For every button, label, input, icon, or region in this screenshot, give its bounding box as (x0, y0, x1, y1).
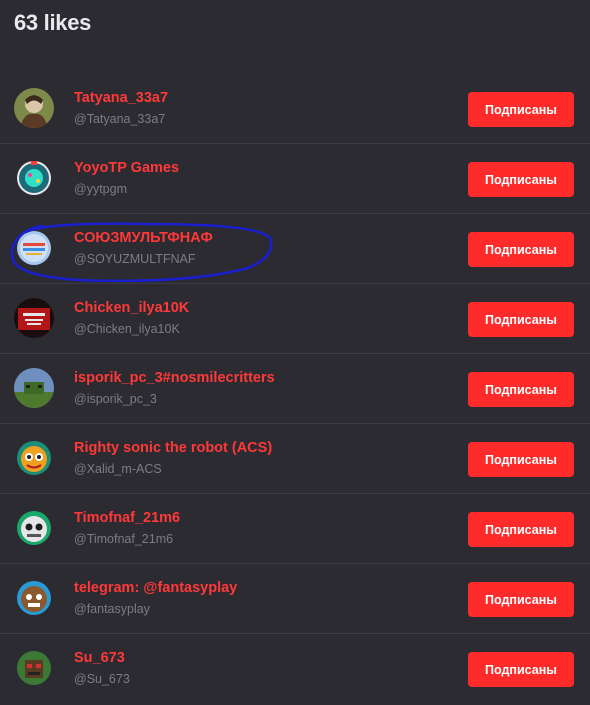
user-handle: @Tatyana_33a7 (74, 112, 166, 126)
list-item: СОЮЗМУЛЬТФНАФ @SOYUZMULTFNAF Подписаны (0, 214, 590, 284)
avatar-icon (14, 648, 54, 688)
subscribed-button[interactable]: Подписаны (468, 232, 574, 267)
avatar-icon (14, 438, 54, 478)
subscribed-button[interactable]: Подписаны (468, 652, 574, 687)
list-item: telegram: @fantasyplay @fantasyplay Подп… (0, 564, 590, 634)
subscribed-button[interactable]: Подписаны (468, 372, 574, 407)
avatar[interactable] (14, 368, 54, 408)
user-handle: @SOYUZMULTFNAF (74, 252, 196, 266)
avatar[interactable] (14, 578, 54, 618)
user-handle: @Timofnaf_21m6 (74, 532, 174, 546)
avatar-icon (14, 298, 54, 338)
user-name[interactable]: YoyoTP Games (74, 160, 179, 176)
user-name[interactable]: Timofnaf_21m6 (74, 510, 180, 526)
avatar-icon (14, 368, 54, 408)
subscribed-button[interactable]: Подписаны (468, 582, 574, 617)
user-handle: @yytpgm (74, 182, 127, 196)
user-handle: @fantasyplay (74, 602, 150, 616)
list-item: Chicken_ilya10K @Chicken_ilya10K Подписа… (0, 284, 590, 354)
likes-page: 63 likes Tatyana_33a7 @Tatyana_33a7 Подп… (0, 0, 590, 705)
avatar[interactable] (14, 438, 54, 478)
likes-list: Tatyana_33a7 @Tatyana_33a7 Подписаны Yoy… (0, 74, 590, 704)
user-name[interactable]: isporik_pc_3#nosmilecritters (74, 370, 275, 386)
user-name[interactable]: СОЮЗМУЛЬТФНАФ (74, 230, 213, 246)
user-name[interactable]: telegram: @fantasyplay (74, 580, 237, 596)
list-item: Tatyana_33a7 @Tatyana_33a7 Подписаны (0, 74, 590, 144)
list-item: Righty sonic the robot (ACS) @Xalid_m-AC… (0, 424, 590, 494)
avatar[interactable] (14, 88, 54, 128)
user-name[interactable]: Righty sonic the robot (ACS) (74, 440, 272, 456)
avatar-icon (14, 578, 54, 618)
user-name[interactable]: Su_673 (74, 650, 125, 666)
avatar-icon (14, 88, 54, 128)
list-item: Su_673 @Su_673 Подписаны (0, 634, 590, 704)
avatar[interactable] (14, 298, 54, 338)
user-handle: @Chicken_ilya10K (74, 322, 180, 336)
subscribed-button[interactable]: Подписаны (468, 442, 574, 477)
list-item: YoyoTP Games @yytpgm Подписаны (0, 144, 590, 214)
list-item: Timofnaf_21m6 @Timofnaf_21m6 Подписаны (0, 494, 590, 564)
avatar-icon (14, 228, 54, 268)
user-handle: @Su_673 (74, 672, 130, 686)
subscribed-button[interactable]: Подписаны (468, 92, 574, 127)
list-item: isporik_pc_3#nosmilecritters @isporik_pc… (0, 354, 590, 424)
avatar[interactable] (14, 228, 54, 268)
page-title: 63 likes (14, 10, 92, 35)
avatar[interactable] (14, 648, 54, 688)
avatar[interactable] (14, 508, 54, 548)
avatar[interactable] (14, 158, 54, 198)
user-name[interactable]: Tatyana_33a7 (74, 90, 168, 106)
subscribed-button[interactable]: Подписаны (468, 512, 574, 547)
avatar-icon (14, 508, 54, 548)
user-handle: @Xalid_m-ACS (74, 462, 162, 476)
avatar-icon (14, 158, 54, 198)
subscribed-button[interactable]: Подписаны (468, 162, 574, 197)
user-name[interactable]: Chicken_ilya10K (74, 300, 189, 316)
subscribed-button[interactable]: Подписаны (468, 302, 574, 337)
user-handle: @isporik_pc_3 (74, 392, 157, 406)
